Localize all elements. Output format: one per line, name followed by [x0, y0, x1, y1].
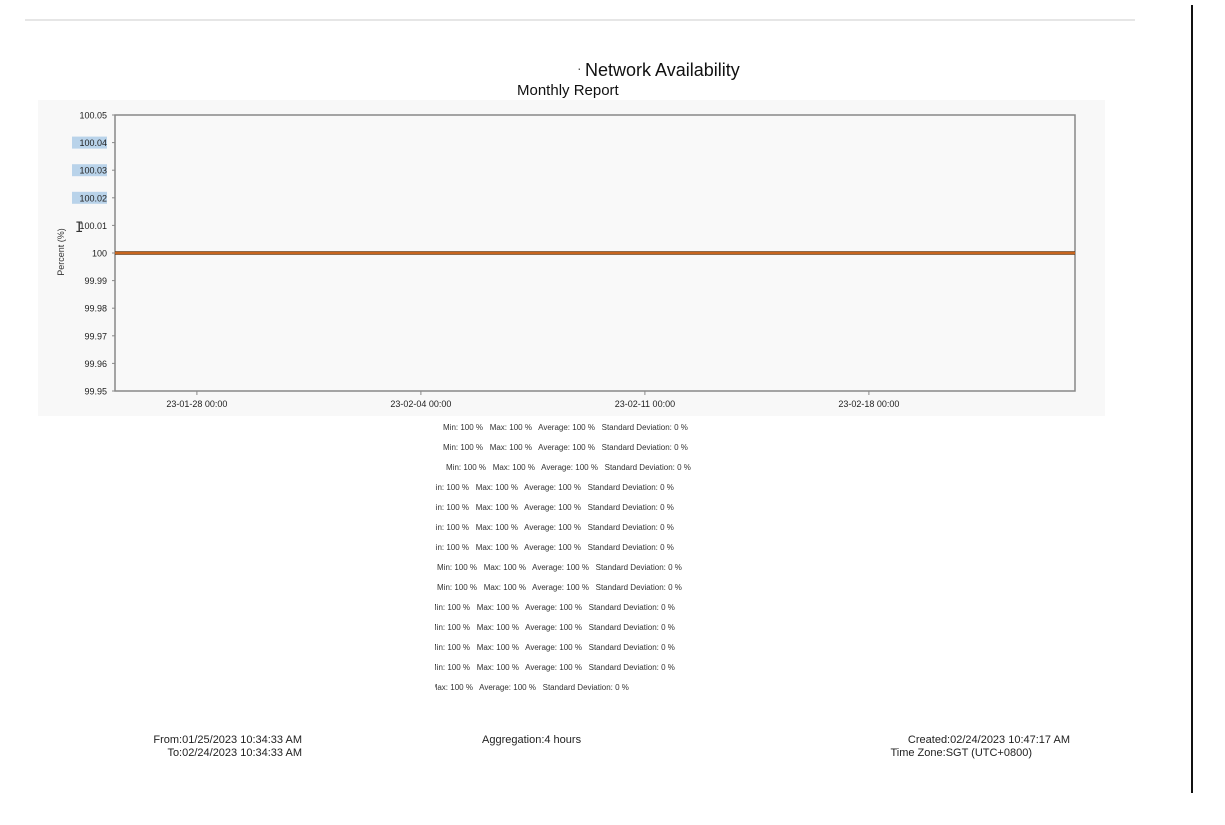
y-tick-label: 100.03	[79, 166, 107, 176]
stats-row: Min: 100 % Max: 100 % Average: 100 % Sta…	[435, 543, 674, 552]
text-cursor-icon: I	[75, 220, 84, 236]
time-zone: Time Zone:SGT (UTC+0800)	[890, 747, 1032, 759]
created-date: Created:02/24/2023 10:47:17 AM	[907, 734, 1070, 746]
x-tick-label: 23-02-11 00:00	[615, 399, 675, 409]
report-meta: Created:02/24/2023 10:47:17 AM Time Zone…	[860, 734, 1070, 760]
stats-row: Min: 100 % Max: 100 % Average: 100 % Sta…	[443, 423, 688, 432]
stats-row: Min: 100 % Max: 100 % Average: 100 % Sta…	[435, 483, 674, 492]
y-tick-label: 99.96	[84, 359, 107, 369]
stats-row: Min: 100 % Max: 100 % Average: 100 % Sta…	[435, 523, 674, 532]
stats-row: Min: 100 % Max: 100 % Average: 100 % Sta…	[435, 623, 675, 632]
x-tick-label: 23-01-28 00:00	[166, 399, 227, 409]
x-tick-label: 23-02-18 00:00	[838, 399, 899, 409]
stats-row: Min: 100 % Max: 100 % Average: 100 % Sta…	[435, 643, 675, 652]
aggregation: Aggregation:4 hours	[482, 734, 582, 746]
date-range: From:01/25/2023 10:34:33 AM To:02/24/202…	[135, 734, 302, 760]
y-tick-label: 100.04	[79, 138, 107, 148]
stats-row: Min: 100 % Max: 100 % Average: 100 % Sta…	[437, 563, 682, 572]
y-tick-label: 100	[92, 249, 107, 259]
y-axis-label: Percent (%)	[56, 228, 66, 276]
y-tick-label: 99.98	[84, 304, 107, 314]
y-tick-label: 99.95	[84, 387, 107, 397]
y-tick-label: 99.97	[84, 331, 107, 341]
stats-row: Min: 100 % Max: 100 % Average: 100 % Sta…	[435, 603, 675, 612]
stats-row: Min: 100 % Max: 100 % Average: 100 % Sta…	[437, 583, 682, 592]
stats-list[interactable]: Min: 100 % Max: 100 % Average: 100 % Sta…	[435, 420, 755, 700]
to-date: To:02/24/2023 10:34:33 AM	[167, 747, 302, 759]
y-tick-label: 100.05	[79, 111, 107, 121]
y-tick-label: 99.99	[84, 276, 107, 286]
x-tick-label: 23-02-04 00:00	[390, 399, 451, 409]
stats-row: Min: 100 % Max: 100 % Average: 100 % Sta…	[435, 683, 629, 692]
from-date: From:01/25/2023 10:34:33 AM	[153, 734, 302, 746]
stats-row: Min: 100 % Max: 100 % Average: 100 % Sta…	[443, 443, 688, 452]
stats-row: Min: 100 % Max: 100 % Average: 100 % Sta…	[435, 503, 674, 512]
y-tick-label: 100.01	[79, 221, 107, 231]
y-tick-label: 100.02	[79, 193, 107, 203]
availability-chart: 100.05 100.04 100.03 100.02 100.01 100 99.99 99…	[56, 111, 1076, 409]
stats-row: Min: 100 % Max: 100 % Average: 100 % Sta…	[446, 463, 691, 472]
stats-row: Min: 100 % Max: 100 % Average: 100 % Sta…	[435, 663, 675, 672]
